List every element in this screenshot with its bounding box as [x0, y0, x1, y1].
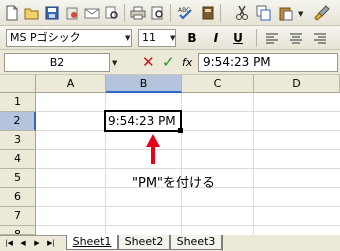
column-header-b[interactable]: B: [106, 75, 182, 93]
open-folder-icon[interactable]: [22, 3, 42, 23]
email-icon[interactable]: [82, 3, 102, 23]
print-icon[interactable]: [128, 3, 148, 23]
gridline: [36, 168, 340, 169]
red-arrow-icon: [146, 134, 160, 164]
font-name-value: MS Pゴシック: [10, 31, 81, 44]
sheet-tab-2[interactable]: Sheet2: [118, 235, 170, 250]
copy-icon[interactable]: [254, 3, 274, 23]
toolbar-separator: [220, 4, 221, 22]
spelling-icon[interactable]: ABC: [176, 3, 196, 23]
bold-button[interactable]: B: [184, 29, 200, 47]
row-header-8[interactable]: 8: [0, 226, 36, 235]
save-icon[interactable]: [42, 3, 62, 23]
font-name-combo[interactable]: MS Pゴシック: [6, 29, 132, 47]
column-header-c[interactable]: C: [182, 75, 254, 93]
row-header-5[interactable]: 5: [0, 169, 36, 188]
gridline: [253, 93, 254, 234]
row-header-2[interactable]: 2: [0, 112, 36, 131]
name-box[interactable]: B2: [4, 53, 110, 72]
name-box-dropdown-icon[interactable]: ▼: [112, 59, 117, 67]
row-header-7[interactable]: 7: [0, 207, 36, 226]
insert-function-button[interactable]: fx: [182, 53, 198, 72]
cancel-icon[interactable]: ✕: [142, 52, 156, 72]
formula-input[interactable]: 9:54:23 PM: [198, 53, 338, 72]
search-icon[interactable]: [102, 3, 122, 23]
toolbar-separator: [256, 29, 257, 47]
align-left-icon[interactable]: [262, 28, 282, 48]
active-cell-b2[interactable]: 9:54:23 PM: [104, 110, 182, 132]
column-header-d[interactable]: D: [254, 75, 340, 93]
italic-button[interactable]: I: [208, 29, 224, 47]
new-document-icon[interactable]: [2, 3, 22, 23]
font-size-value: 11: [142, 31, 156, 44]
select-all-corner[interactable]: [0, 75, 36, 93]
enter-icon[interactable]: ✓: [162, 52, 176, 72]
research-icon[interactable]: [198, 3, 218, 23]
paste-options-dropdown-icon[interactable]: ▼: [298, 10, 303, 18]
gridline: [36, 111, 340, 112]
toolbar-separator: [124, 4, 125, 22]
align-center-icon[interactable]: [286, 28, 306, 48]
gridline: [36, 225, 340, 226]
row-header-6[interactable]: 6: [0, 188, 36, 207]
font-size-dropdown-icon[interactable]: ▼: [170, 34, 175, 42]
gridline: [36, 130, 340, 131]
formatting-toolbar: MS Pゴシック ▼ 11 ▼ B I U: [0, 26, 340, 50]
sheet-tab-3[interactable]: Sheet3: [170, 235, 222, 250]
font-name-dropdown-icon[interactable]: ▼: [125, 34, 130, 42]
first-sheet-icon[interactable]: |◀: [4, 237, 14, 249]
toolbar-separator: [170, 4, 171, 22]
sheet-tab-1[interactable]: Sheet1: [66, 235, 118, 250]
next-sheet-icon[interactable]: ▶: [32, 237, 42, 249]
last-sheet-icon[interactable]: ▶|: [46, 237, 56, 249]
horizontal-scroll-area[interactable]: [222, 235, 340, 251]
standard-toolbar: ABC ▼: [0, 0, 340, 26]
column-header-a[interactable]: A: [36, 75, 106, 93]
gridline: [36, 206, 340, 207]
row-header-1[interactable]: 1: [0, 93, 36, 112]
fill-handle[interactable]: [178, 128, 183, 133]
underline-button[interactable]: U: [230, 29, 246, 47]
prev-sheet-icon[interactable]: ◀: [18, 237, 28, 249]
format-painter-icon[interactable]: [312, 3, 332, 23]
paste-icon[interactable]: [276, 3, 296, 23]
align-right-icon[interactable]: [310, 28, 330, 48]
cut-icon[interactable]: [232, 3, 252, 23]
permission-icon[interactable]: [62, 3, 82, 23]
row-header-3[interactable]: 3: [0, 131, 36, 150]
excel-window: ABC ▼ MS Pゴシック ▼ 11 ▼ B I U B2 ▼ ✕ ✓ fx …: [0, 0, 340, 251]
gridline: [36, 149, 340, 150]
annotation-text: "PM"を付ける: [132, 176, 216, 191]
print-preview-icon[interactable]: [148, 3, 168, 23]
row-header-4[interactable]: 4: [0, 150, 36, 169]
